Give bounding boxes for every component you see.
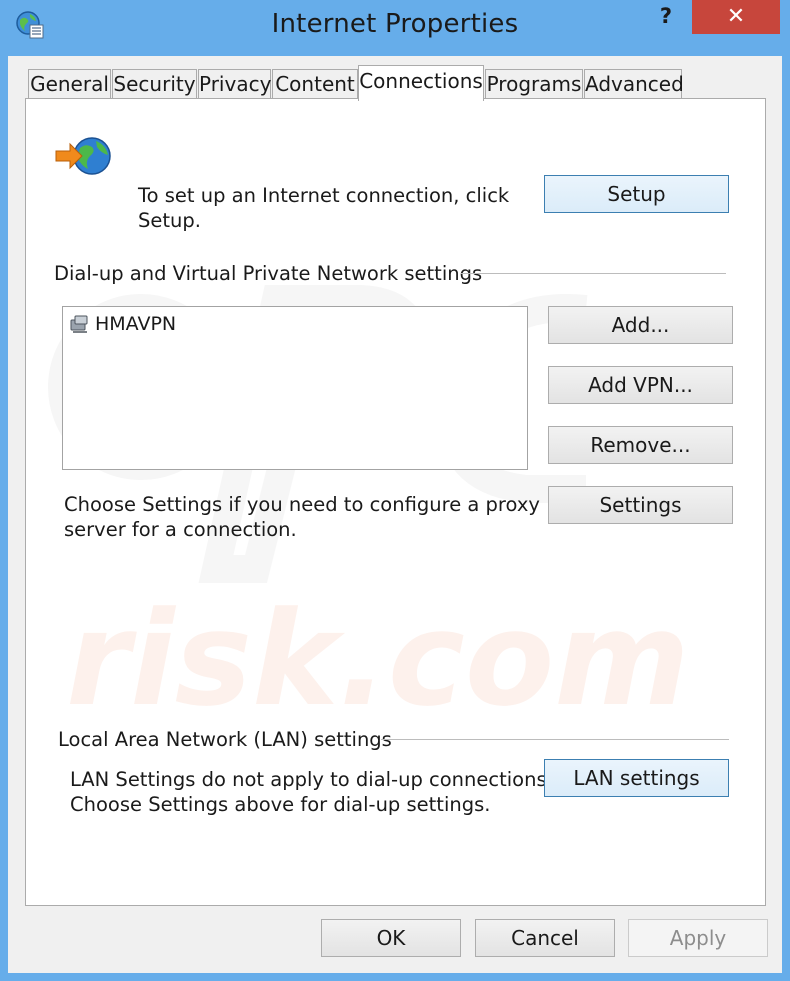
title-bar[interactable]: Internet Properties ? ✕ — [0, 0, 790, 56]
dialog-client-area: General Security Privacy Content Connect… — [8, 56, 782, 973]
add-vpn-button[interactable]: Add VPN... — [548, 366, 733, 404]
watermark-text: risk.com — [66, 583, 690, 735]
proxy-description-line2: server for a connection. — [64, 518, 297, 541]
help-button[interactable]: ? — [648, 4, 684, 32]
lan-separator — [381, 739, 729, 740]
setup-description-line2: Setup. — [138, 209, 201, 232]
apply-button[interactable]: Apply — [628, 919, 768, 957]
tab-privacy[interactable]: Privacy — [198, 69, 271, 99]
lan-description-line1: LAN Settings do not apply to dial-up con… — [70, 768, 553, 791]
connection-name: HMAVPN — [95, 313, 177, 335]
tab-general[interactable]: General — [28, 69, 111, 99]
close-button[interactable]: ✕ — [692, 0, 780, 34]
ok-button[interactable]: OK — [321, 919, 461, 957]
dialup-separator — [461, 273, 726, 274]
lan-settings-button[interactable]: LAN settings — [544, 759, 729, 797]
setup-description-line1: To set up an Internet connection, click — [138, 184, 510, 207]
settings-button[interactable]: Settings — [548, 486, 733, 524]
internet-properties-window: Internet Properties ? ✕ General Security… — [0, 0, 790, 981]
cancel-button[interactable]: Cancel — [475, 919, 615, 957]
globe-arrow-icon — [55, 137, 111, 175]
lan-description-line2: Choose Settings above for dial-up settin… — [70, 793, 491, 816]
tab-advanced[interactable]: Advanced — [584, 69, 684, 99]
connection-list[interactable]: HMAVPN — [62, 306, 528, 470]
vpn-connection-icon — [70, 315, 88, 333]
tab-programs[interactable]: Programs — [485, 69, 583, 99]
add-button[interactable]: Add... — [548, 306, 733, 344]
list-item[interactable]: HMAVPN — [69, 312, 176, 336]
dialup-section-heading: Dial-up and Virtual Private Network sett… — [54, 262, 483, 285]
connections-panel: risk.com To set up an Internet connectio… — [25, 98, 766, 906]
tab-connections[interactable]: Connections — [358, 65, 484, 101]
tab-content[interactable]: Content — [272, 69, 358, 99]
lan-section-heading: Local Area Network (LAN) settings — [58, 728, 392, 751]
proxy-description-line1: Choose Settings if you need to configure… — [64, 493, 540, 516]
tab-strip: General Security Privacy Content Connect… — [8, 56, 782, 102]
remove-button[interactable]: Remove... — [548, 426, 733, 464]
setup-button[interactable]: Setup — [544, 175, 729, 213]
close-icon: ✕ — [726, 4, 746, 29]
tab-security[interactable]: Security — [112, 69, 197, 99]
